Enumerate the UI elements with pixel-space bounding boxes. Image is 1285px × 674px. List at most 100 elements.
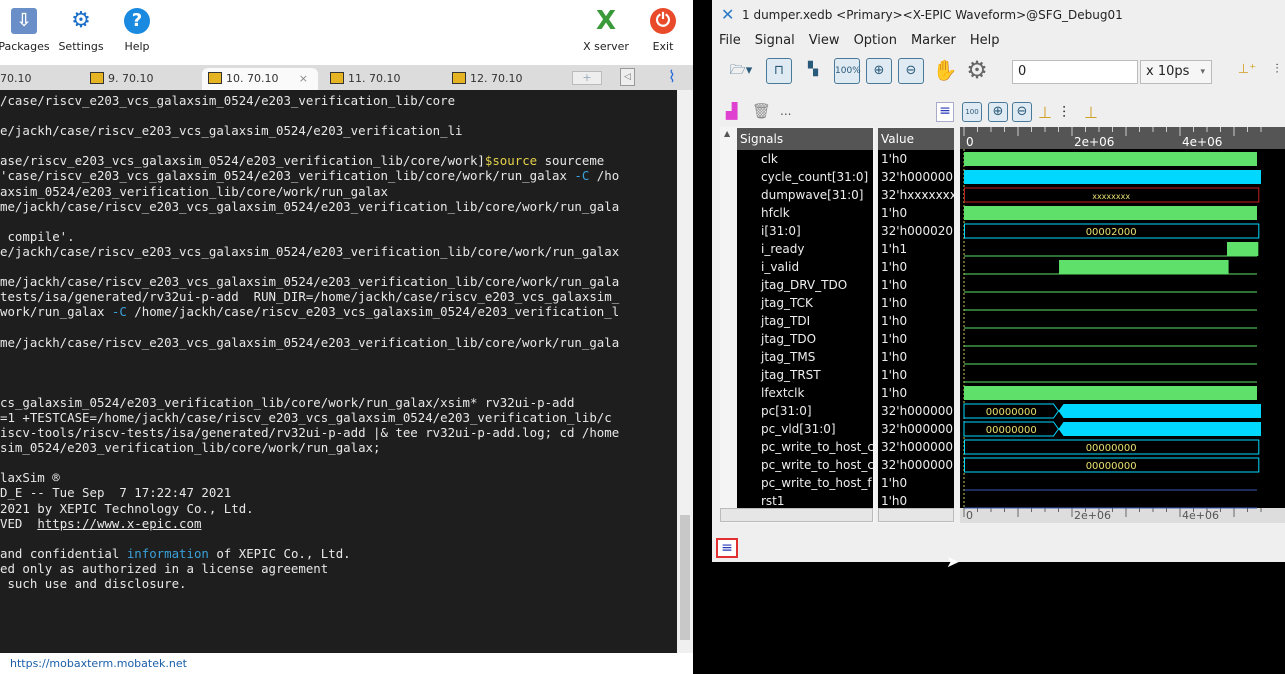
signal-name[interactable]: rst1 [737, 492, 873, 508]
signal-value: 1'h0 [881, 332, 908, 346]
signal-name[interactable]: jtag_TCK [737, 294, 873, 312]
status-url-link[interactable]: https://mobaxterm.mobatek.net [10, 657, 187, 670]
terminal-scrollbar[interactable] [677, 90, 693, 653]
value-panel: Value 1'h0 32'h000000 32'hxxxxxxx 1'h0 32'h0… [878, 127, 954, 523]
x-server-label: X server [583, 40, 629, 53]
signals-header[interactable]: Signals [737, 128, 873, 150]
terminal-line: laxSim ® [0, 470, 677, 485]
terminal-text: iscv-tools/riscv-tests/isa/generated/rv3… [0, 425, 620, 441]
terminal-output[interactable]: /case/riscv_e203_vcs_galaxsim_0524/e203_… [0, 90, 677, 653]
signal-menu-icon[interactable]: ≡ [936, 102, 954, 122]
pan-hand-icon[interactable]: ✋ [932, 58, 958, 84]
menu-marker[interactable]: Marker [904, 30, 963, 52]
signal-name[interactable]: pc_write_to_host_c [737, 456, 873, 474]
signal-name[interactable]: pc_write_to_host_c [737, 438, 873, 456]
tab-session-12[interactable]: 12. 70.10 [446, 68, 556, 90]
exit-icon: ⏻ [650, 8, 676, 34]
signal-name[interactable]: i[31:0] [737, 222, 873, 240]
bus-value: 00000000 [986, 425, 1037, 436]
terminal-text: laxSim ® [0, 470, 60, 486]
signal-name[interactable]: jtag_DRV_TDO [737, 276, 873, 294]
time-input[interactable]: 0 [1012, 60, 1138, 84]
signal-value: 1'h0 [881, 350, 908, 364]
tab-session-9[interactable]: 9. 70.10 [84, 68, 194, 90]
packages-button[interactable]: ⇩ Packages [0, 8, 52, 53]
signal-name[interactable]: jtag_TDO [737, 330, 873, 348]
tab-session-10[interactable]: 10. 70.10 × [202, 68, 318, 90]
menu-signal[interactable]: Signal [748, 30, 802, 52]
more-button[interactable]: ... [780, 104, 791, 118]
signal-list: clk cycle_count[31:0] dumpwave[31:0] hfclk i… [737, 150, 873, 508]
terminal-text: 2021 by XEPIC Technology Co., Ltd. [0, 500, 254, 516]
value-hscrollbar[interactable] [878, 508, 954, 522]
menu-file[interactable]: File [712, 30, 748, 52]
signal-value: 1'h0 [881, 278, 908, 292]
waveform-canvas[interactable]: 0 0 2e+06 2e+06 4e+06 4e+06 xxxxxxxx 00002000 00… [960, 127, 1285, 523]
signal-name[interactable]: cycle_count[31:0] [737, 168, 873, 186]
signal-name[interactable]: pc_vld[31:0] [737, 420, 873, 438]
terminal-text: sourceme [537, 153, 605, 169]
wave-marker-list-icon[interactable]: ⫶ [1062, 103, 1066, 123]
packages-label: Packages [0, 40, 50, 53]
terminal-line: tests/isa/generated/rv32ui-p-add RUN_DIR… [0, 289, 677, 304]
x-server-button[interactable]: X X server [578, 8, 634, 53]
delete-trash-icon[interactable]: 🗑 [752, 102, 771, 120]
wave-marker-icon[interactable]: ⊥ [1084, 103, 1098, 122]
terminal-link[interactable]: https://www.x-epic.com [37, 516, 201, 531]
wave-zoom-in-icon[interactable]: ⊕ [988, 102, 1008, 122]
terminal-text: sim_0524/e203_verification_lib/core/work… [0, 440, 381, 456]
terminal-line: axsim_0524/e203_verification_lib/core/wo… [0, 184, 677, 199]
open-folder-icon[interactable]: 🗁▾ [726, 59, 756, 85]
menu-option[interactable]: Option [847, 30, 904, 52]
time-unit-select[interactable]: x 10ps ▾ [1140, 60, 1212, 84]
scroll-up-arrow[interactable]: ▲ [724, 129, 730, 138]
terminal-line: such use and disclosure. [0, 576, 677, 591]
value-header[interactable]: Value [878, 128, 954, 150]
zoom-fit-icon[interactable]: 100% [834, 58, 861, 84]
ruler-label: 2e+06 [1074, 509, 1111, 522]
signal-name[interactable]: i_ready [737, 240, 873, 258]
signal-name[interactable]: dumpwave[31:0] [737, 186, 873, 204]
add-signal-icon[interactable]: ▟ [726, 102, 738, 120]
help-button[interactable]: ? Help [109, 8, 165, 53]
wave-zoom-out-icon[interactable]: ⊖ [1012, 102, 1032, 122]
tab-label: 12. 70.10 [470, 72, 523, 85]
window-title: ✕ 1 dumper.xedb <Primary><X-EPIC Waveform… [712, 0, 1285, 30]
signal-name[interactable]: jtag_TRST [737, 366, 873, 384]
signal-value: 1'h0 [881, 314, 908, 328]
hierarchy-icon[interactable]: ▚ [800, 58, 826, 84]
new-tab-button[interactable]: + [572, 71, 602, 85]
signal-name[interactable]: lfextclk [737, 384, 873, 402]
signal-name[interactable]: hfclk [737, 204, 873, 222]
menu-help[interactable]: Help [963, 30, 1007, 52]
waveform-view-icon[interactable]: ⊓ [766, 58, 792, 84]
terminal-line: and confidential information of XEPIC Co… [0, 546, 677, 561]
tab-session-8[interactable]: 70.10 [0, 68, 74, 90]
scroll-tabs-left-button[interactable]: ◁ [620, 68, 635, 86]
signal-name[interactable]: pc_write_to_host_f [737, 474, 873, 492]
window-title-text: 1 dumper.xedb <Primary><X-EPIC Waveform>… [742, 8, 1123, 22]
settings-button[interactable]: ⚙ Settings [53, 8, 109, 53]
terminal-line: work/run_galax -C /home/jackh/case/riscv… [0, 304, 677, 319]
exit-button[interactable]: ⏻ Exit [635, 8, 691, 53]
signal-name[interactable]: pc[31:0] [737, 402, 873, 420]
wave-add-marker-icon[interactable]: ⊥ [1038, 103, 1052, 122]
menu-view[interactable]: View [802, 30, 847, 52]
tab-label: 9. 70.10 [108, 72, 154, 85]
panel-menu-button[interactable]: ≡ [716, 538, 738, 558]
bus-value: 00002000 [1086, 227, 1137, 238]
signal-hscrollbar[interactable] [720, 508, 873, 522]
signal-name[interactable]: clk [737, 150, 873, 168]
signal-name[interactable]: i_valid [737, 258, 873, 276]
zoom-out-icon[interactable]: ⊖ [898, 58, 924, 84]
marker-list-icon[interactable]: ⫶ [1264, 58, 1285, 84]
signal-name[interactable]: jtag_TMS [737, 348, 873, 366]
wave-zoom-fit-icon[interactable]: 100 [962, 102, 982, 122]
add-marker-icon[interactable]: ⊥⁺ [1234, 58, 1260, 84]
tab-close-icon[interactable]: × [299, 68, 308, 90]
settings-gear-icon[interactable]: ⚙ [964, 58, 990, 84]
signal-name[interactable]: jtag_TDI [737, 312, 873, 330]
tab-session-11[interactable]: 11. 70.10 [324, 68, 434, 90]
attach-icon[interactable]: ⌇ [668, 67, 676, 86]
zoom-in-icon[interactable]: ⊕ [866, 58, 892, 84]
